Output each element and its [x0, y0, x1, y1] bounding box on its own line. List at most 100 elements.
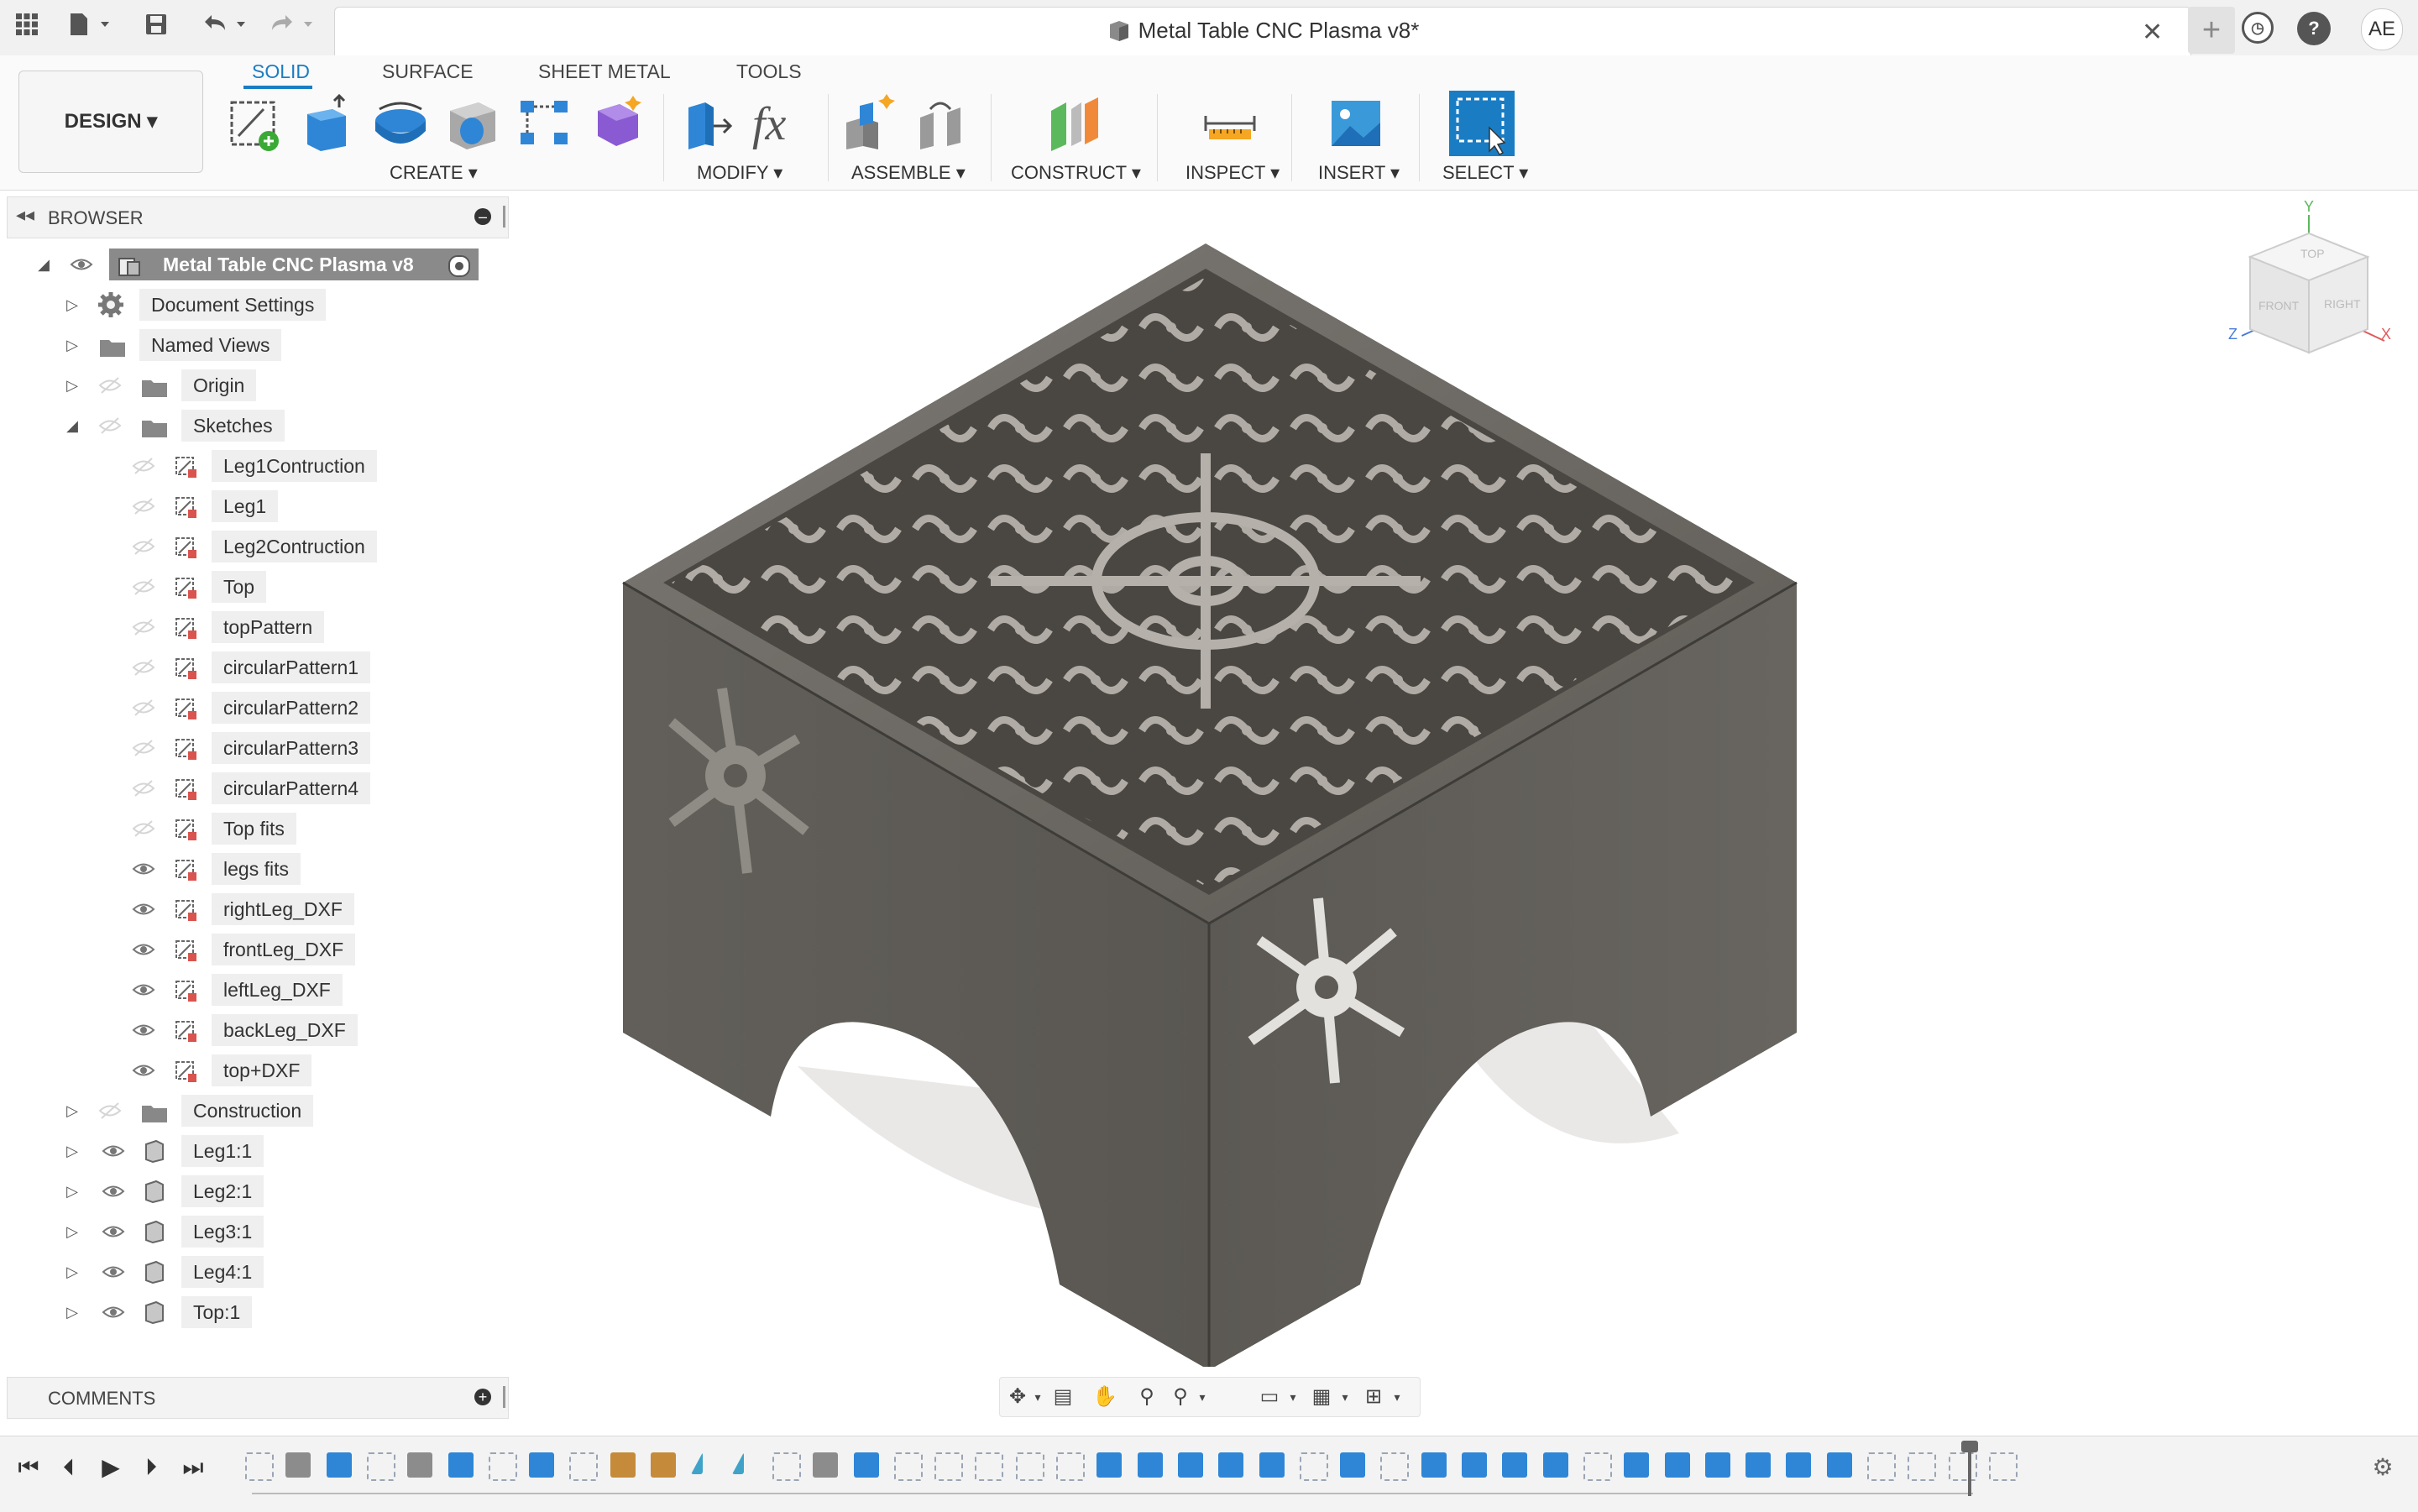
hole-icon[interactable]: [443, 94, 502, 153]
timeline-feature-joint-icon[interactable]: [651, 1452, 676, 1478]
timeline-feature-box-icon[interactable]: [285, 1452, 311, 1478]
joint-icon[interactable]: [913, 94, 972, 153]
job-status-icon[interactable]: ◷: [2242, 12, 2274, 44]
collapse-browser-icon[interactable]: ◂◂: [16, 204, 34, 226]
play-icon[interactable]: ▶: [94, 1451, 128, 1484]
expand-triangle-icon[interactable]: ▷: [64, 1256, 81, 1288]
sketch-item[interactable]: Leg2Contruction: [126, 531, 403, 562]
document-tab[interactable]: Metal Table CNC Plasma v8* ✕: [334, 7, 2191, 56]
form-icon[interactable]: [588, 94, 646, 153]
sketch-item[interactable]: Top: [126, 571, 403, 603]
timeline-feature-extrude-icon[interactable]: [1624, 1452, 1650, 1478]
eye-hidden-icon[interactable]: [131, 651, 156, 683]
look-at-icon[interactable]: ▤: [1050, 1384, 1076, 1410]
eye-hidden-icon[interactable]: [131, 813, 156, 845]
tab-surface[interactable]: SURFACE: [382, 60, 474, 83]
tab-solid[interactable]: SOLID: [252, 60, 310, 83]
timeline-feature-extrude-icon[interactable]: [1137, 1452, 1163, 1478]
timeline-feature-sketch-icon[interactable]: [893, 1452, 923, 1481]
timeline-feature-box-icon[interactable]: [813, 1452, 839, 1478]
timeline-marker-handle[interactable]: [1961, 1441, 1978, 1452]
help-icon[interactable]: ?: [2297, 12, 2331, 45]
collapse-triangle-icon[interactable]: ◢: [64, 410, 81, 442]
timeline-feature-extrude-icon[interactable]: [326, 1452, 352, 1478]
browser-root[interactable]: ◢ Metal Table CNC Plasma v8: [34, 249, 487, 280]
timeline-feature-extrude-icon[interactable]: [1177, 1452, 1203, 1478]
pan-icon[interactable]: ✋: [1092, 1384, 1117, 1410]
timeline-feature-sketch-icon[interactable]: [1380, 1452, 1410, 1481]
panel-grip-icon[interactable]: [503, 1386, 505, 1408]
sketch-item[interactable]: top+DXF: [126, 1054, 403, 1086]
assemble-menu[interactable]: ASSEMBLE ▾: [851, 162, 966, 184]
file-menu-icon[interactable]: [65, 12, 116, 42]
body-item[interactable]: ▷ Leg2:1: [64, 1175, 316, 1207]
pattern-icon[interactable]: [516, 94, 574, 153]
sketch-item[interactable]: circularPattern4: [126, 772, 403, 804]
viewports-icon[interactable]: ⊞: [1361, 1384, 1386, 1410]
redo-icon[interactable]: [265, 12, 319, 42]
body-item[interactable]: ▷ Leg1:1: [64, 1135, 316, 1167]
timeline-feature-sketch-icon[interactable]: [934, 1452, 964, 1481]
tab-sheet-metal[interactable]: SHEET METAL: [538, 60, 671, 83]
timeline-feature-combine-icon[interactable]: [1704, 1452, 1730, 1478]
inspect-menu[interactable]: INSPECT ▾: [1185, 162, 1280, 184]
eye-icon[interactable]: [131, 893, 156, 925]
timeline-feature-sketch-icon[interactable]: [488, 1452, 517, 1481]
timeline-feature-extrude-icon[interactable]: [853, 1452, 879, 1478]
sketch-item[interactable]: circularPattern3: [126, 732, 403, 764]
eye-hidden-icon[interactable]: [131, 571, 156, 603]
sketch-item[interactable]: Leg1Contruction: [126, 450, 403, 482]
display-dropdown-icon[interactable]: ▾: [1280, 1384, 1306, 1410]
timeline-feature-sketch-icon[interactable]: [1015, 1452, 1044, 1481]
timeline-feature-box-icon[interactable]: [407, 1452, 433, 1478]
create-menu[interactable]: CREATE ▾: [390, 162, 478, 184]
browser-item-construction[interactable]: ▷ Construction: [64, 1095, 400, 1127]
collapse-triangle-icon[interactable]: ◢: [35, 249, 52, 280]
timeline-feature-sketch-icon[interactable]: [569, 1452, 599, 1481]
expand-triangle-icon[interactable]: ▷: [64, 329, 81, 361]
eye-icon[interactable]: [131, 974, 156, 1006]
body-item[interactable]: ▷ Leg3:1: [64, 1216, 316, 1248]
new-tab-icon[interactable]: +: [2188, 7, 2235, 54]
timeline-feature-combine-icon[interactable]: [1421, 1452, 1447, 1478]
sketch-item[interactable]: backLeg_DXF: [126, 1014, 403, 1046]
body-item[interactable]: ▷ Leg4:1: [64, 1256, 316, 1288]
timeline-feature-extrude-icon[interactable]: [1259, 1452, 1285, 1478]
timeline-feature-sketch-icon[interactable]: [366, 1452, 395, 1481]
step-forward-icon[interactable]: ⏵: [134, 1451, 168, 1484]
new-component-icon[interactable]: [841, 94, 900, 153]
timeline-feature-extrude-icon[interactable]: [1340, 1452, 1366, 1478]
construct-menu[interactable]: CONSTRUCT ▾: [1011, 162, 1141, 184]
measure-icon[interactable]: [1201, 94, 1259, 153]
timeline-feature-sketch-icon[interactable]: [1583, 1452, 1612, 1481]
timeline-feature-sketch-icon[interactable]: [772, 1452, 801, 1481]
expand-triangle-icon[interactable]: ▷: [64, 289, 81, 321]
timeline-feature-sketch-icon[interactable]: [1299, 1452, 1328, 1481]
eye-hidden-icon[interactable]: [131, 450, 156, 482]
eye-hidden-icon[interactable]: [131, 692, 156, 724]
sketch-item[interactable]: rightLeg_DXF: [126, 893, 403, 925]
eye-hidden-icon[interactable]: [97, 1095, 123, 1127]
expand-triangle-icon[interactable]: ▷: [64, 1135, 81, 1167]
timeline-feature-combine-icon[interactable]: [1542, 1452, 1568, 1478]
sketch-item[interactable]: Top fits: [126, 813, 403, 845]
timeline-feature-sketch-icon[interactable]: [1056, 1452, 1085, 1481]
timeline-feature-combine-icon[interactable]: [1502, 1452, 1528, 1478]
timeline-feature-extrude-icon[interactable]: [1218, 1452, 1244, 1478]
timeline-feature-plane-icon[interactable]: [731, 1452, 744, 1474]
browser-item-sketches[interactable]: ◢ Sketches: [64, 410, 400, 442]
timeline-feature-extrude-icon[interactable]: [1096, 1452, 1123, 1478]
eye-icon[interactable]: [101, 1256, 126, 1288]
eye-hidden-icon[interactable]: [131, 611, 156, 643]
expand-triangle-icon[interactable]: ▷: [64, 1175, 81, 1207]
step-back-icon[interactable]: ⏴: [52, 1451, 86, 1484]
eye-hidden-icon[interactable]: [131, 531, 156, 562]
browser-item-document-settings[interactable]: ▷ Document Settings: [64, 289, 400, 321]
timeline-feature-combine-icon[interactable]: [1745, 1452, 1772, 1478]
browser-item-origin[interactable]: ▷ Origin: [64, 369, 400, 401]
revolve-icon[interactable]: [371, 94, 430, 153]
display-settings-icon[interactable]: ▭: [1257, 1384, 1282, 1410]
user-avatar[interactable]: AE: [2361, 8, 2403, 50]
timeline-feature-sketch-icon[interactable]: [1867, 1452, 1896, 1481]
offset-plane-icon[interactable]: [1046, 94, 1105, 153]
